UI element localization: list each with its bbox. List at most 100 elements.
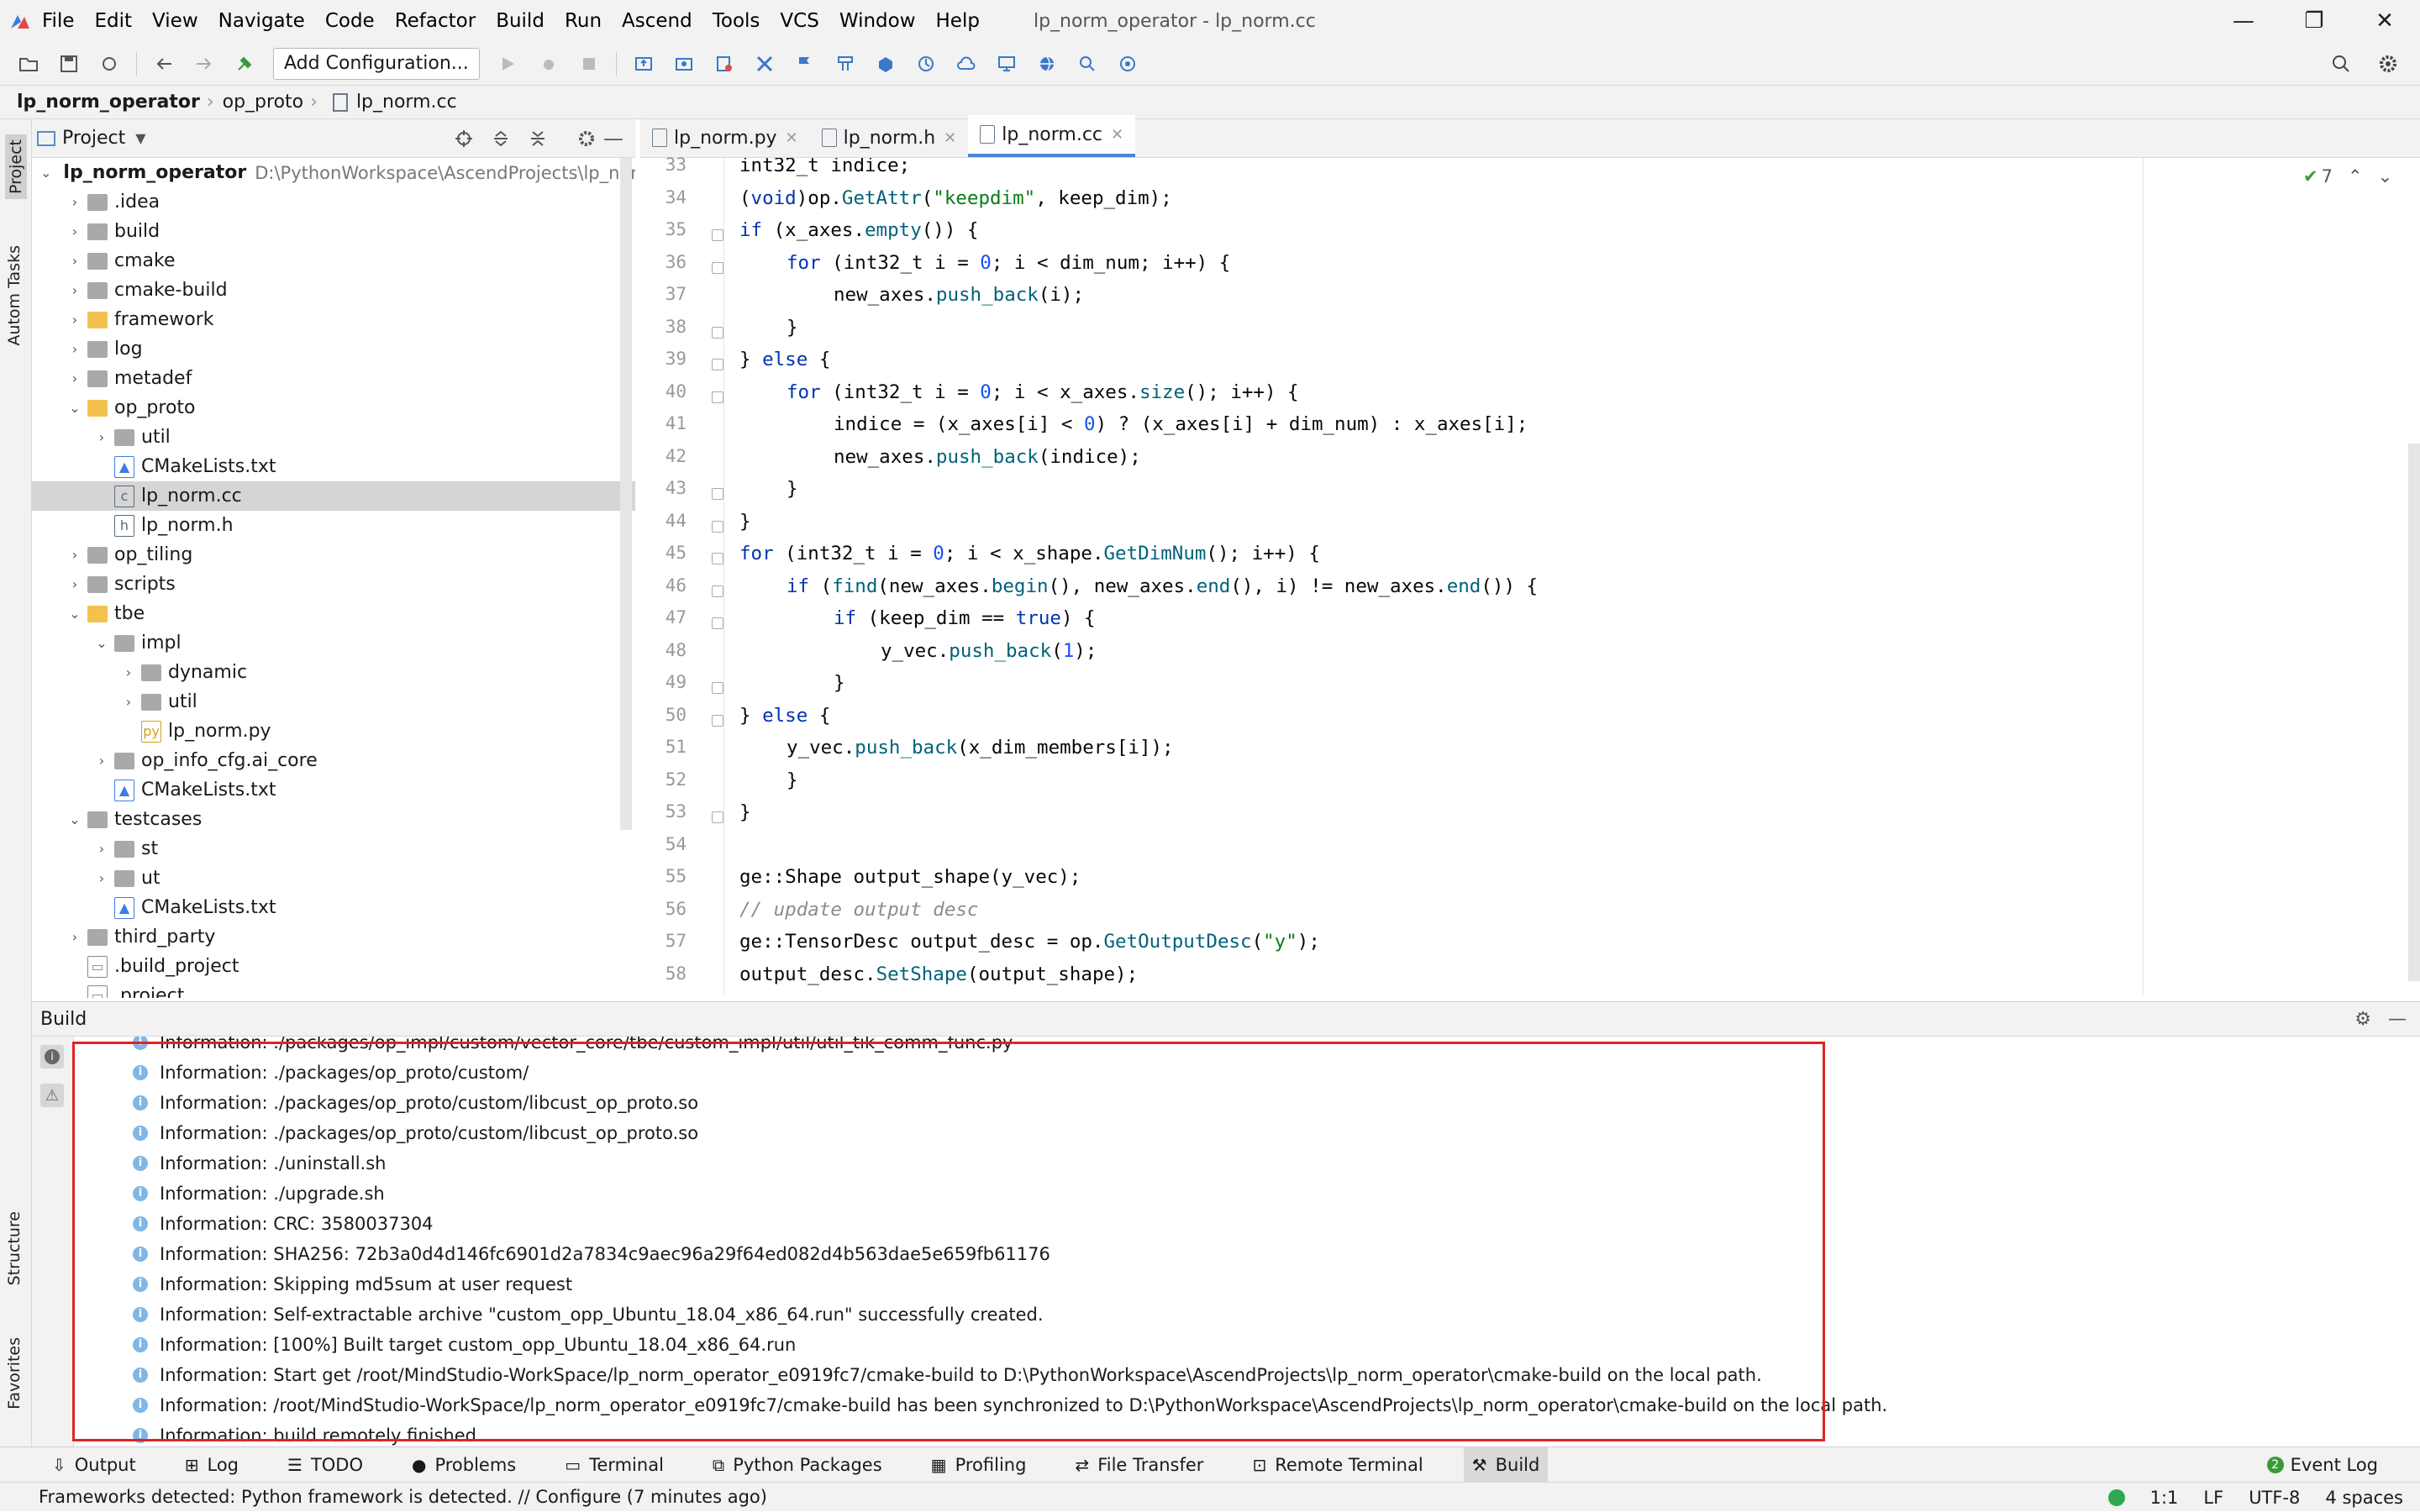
fold-marker-icon[interactable]: [712, 553, 723, 564]
bottom-tab-python-packages[interactable]: ⧉ Python Packages: [704, 1447, 891, 1483]
ascend-camera-icon[interactable]: [671, 51, 697, 76]
ascend-model-icon[interactable]: [833, 51, 858, 76]
fold-marker-icon[interactable]: [712, 682, 723, 694]
sync-icon[interactable]: [97, 51, 122, 76]
tree-item[interactable]: › st: [32, 834, 635, 864]
expand-arrow-icon[interactable]: ›: [67, 547, 82, 563]
debug-icon[interactable]: [536, 51, 561, 76]
menu-code[interactable]: Code: [325, 10, 375, 32]
tree-item[interactable]: › metadef: [32, 364, 635, 393]
build-hammer-icon[interactable]: [232, 51, 257, 76]
expand-arrow-icon[interactable]: ›: [67, 223, 82, 239]
tree-item[interactable]: › scripts: [32, 570, 635, 599]
connection-status-icon[interactable]: [2107, 1488, 2125, 1506]
menu-build[interactable]: Build: [496, 10, 544, 32]
menu-tools[interactable]: Tools: [713, 10, 760, 32]
chevron-down-icon[interactable]: ⌄: [2378, 166, 2393, 186]
tree-item[interactable]: › framework: [32, 305, 635, 334]
ascend-upload-icon[interactable]: [631, 51, 656, 76]
autom-tasks-tool-tab[interactable]: Autom Tasks: [5, 245, 24, 346]
ascend-settings-icon[interactable]: [712, 51, 737, 76]
ascend-sync-icon[interactable]: [913, 51, 939, 76]
tree-item[interactable]: ⌄ impl: [32, 628, 635, 658]
expand-arrow-icon[interactable]: ›: [67, 576, 82, 592]
tree-item[interactable]: › cmake: [32, 246, 635, 276]
indent-setting[interactable]: 4 spaces: [2325, 1488, 2403, 1508]
bottom-tab-profiling[interactable]: ▦ Profiling: [923, 1447, 1035, 1483]
expand-arrow-icon[interactable]: ›: [67, 282, 82, 298]
menu-help[interactable]: Help: [936, 10, 980, 32]
menu-edit[interactable]: Edit: [95, 10, 133, 32]
menu-navigate[interactable]: Navigate: [218, 10, 305, 32]
expand-arrow-icon[interactable]: ›: [67, 253, 82, 269]
collapse-arrow-icon[interactable]: ⌄: [67, 811, 82, 827]
tree-item[interactable]: py lp_norm.py: [32, 717, 635, 746]
tree-item[interactable]: ▲ CMakeLists.txt: [32, 452, 635, 481]
hide-build-panel-icon[interactable]: —: [2388, 1009, 2407, 1030]
tree-item[interactable]: › op_tiling: [32, 540, 635, 570]
code-editor[interactable]: int32_t indice; (void)op.GetAttr("keepdim…: [724, 158, 2144, 995]
fold-marker-icon[interactable]: [712, 488, 723, 500]
bottom-tab-build[interactable]: ⚒ Build: [1463, 1446, 1549, 1483]
menu-view[interactable]: View: [152, 10, 198, 32]
collapse-arrow-icon[interactable]: ⌄: [67, 606, 82, 622]
tree-item[interactable]: › op_info_cfg.ai_core: [32, 746, 635, 775]
panel-settings-gear-icon[interactable]: [574, 126, 599, 151]
fold-marker-icon[interactable]: [712, 261, 723, 274]
menu-file[interactable]: File: [42, 10, 75, 32]
editor-tab[interactable]: lp_norm.cc ✕: [968, 115, 1136, 157]
close-tab-icon[interactable]: ✕: [1111, 126, 1123, 144]
tree-item[interactable]: › cmake-build: [32, 276, 635, 305]
tree-item[interactable]: ▭ .project: [32, 981, 635, 998]
fold-marker-icon[interactable]: [712, 714, 723, 727]
expand-arrow-icon[interactable]: ›: [67, 929, 82, 945]
close-tab-icon[interactable]: ✕: [944, 129, 956, 147]
expand-arrow-icon[interactable]: ›: [121, 694, 136, 710]
hide-panel-icon[interactable]: —: [603, 127, 623, 150]
collapse-arrow-icon[interactable]: ⌄: [67, 400, 82, 416]
bottom-tab-log[interactable]: ⊞ Log: [176, 1447, 247, 1483]
add-configuration-button[interactable]: Add Configuration...: [273, 47, 480, 80]
collapse-all-icon[interactable]: [525, 126, 550, 151]
expand-arrow-icon[interactable]: ›: [67, 194, 82, 210]
fold-marker-icon[interactable]: [712, 229, 723, 241]
project-panel-title[interactable]: Project: [62, 128, 125, 149]
bottom-tab-file-transfer[interactable]: ⇄ File Transfer: [1066, 1447, 1212, 1483]
save-icon[interactable]: [56, 51, 82, 76]
collapse-arrow-icon[interactable]: ⌄: [40, 165, 51, 181]
fold-marker-icon[interactable]: [712, 617, 723, 629]
ascend-monitor-icon[interactable]: [994, 51, 1019, 76]
ascend-inspect-icon[interactable]: [1115, 51, 1140, 76]
fold-marker-icon[interactable]: [712, 811, 723, 823]
tree-item[interactable]: ⌄ op_proto: [32, 393, 635, 423]
stop-icon[interactable]: [576, 51, 602, 76]
event-log-button[interactable]: 2 Event Log: [2266, 1455, 2378, 1475]
expand-all-icon[interactable]: [488, 126, 513, 151]
line-separator[interactable]: LF: [2203, 1488, 2223, 1508]
breadcrumb-project[interactable]: lp_norm_operator: [17, 92, 200, 113]
tree-item[interactable]: › .idea: [32, 187, 635, 217]
menu-window[interactable]: Window: [839, 10, 916, 32]
expand-arrow-icon[interactable]: ›: [94, 753, 109, 769]
bottom-tab-remote-terminal[interactable]: ⊡ Remote Terminal: [1244, 1447, 1431, 1483]
close-button[interactable]: ✕: [2349, 0, 2420, 42]
ascend-globe-icon[interactable]: [1034, 51, 1060, 76]
bottom-tab-output[interactable]: ⇩ Output: [44, 1447, 145, 1483]
tree-item[interactable]: › log: [32, 334, 635, 364]
expand-arrow-icon[interactable]: ›: [67, 370, 82, 386]
file-encoding[interactable]: UTF-8: [2249, 1488, 2300, 1508]
tree-item[interactable]: ▭ .build_project: [32, 952, 635, 981]
menu-ascend[interactable]: Ascend: [622, 10, 692, 32]
tree-item[interactable]: › third_party: [32, 922, 635, 952]
minimize-button[interactable]: —: [2208, 0, 2279, 42]
fold-marker-icon[interactable]: [712, 391, 723, 403]
menu-run[interactable]: Run: [565, 10, 602, 32]
status-message[interactable]: Frameworks detected: Python framework is…: [39, 1487, 767, 1507]
structure-tool-tab[interactable]: Structure: [5, 1211, 24, 1285]
breadcrumb-folder[interactable]: op_proto: [223, 92, 304, 113]
ascend-cloud-icon[interactable]: [954, 51, 979, 76]
ascend-tools-icon[interactable]: [752, 51, 777, 76]
expand-arrow-icon[interactable]: ›: [94, 429, 109, 445]
expand-arrow-icon[interactable]: ›: [67, 312, 82, 328]
editor-scrollbar[interactable]: [2408, 444, 2420, 981]
